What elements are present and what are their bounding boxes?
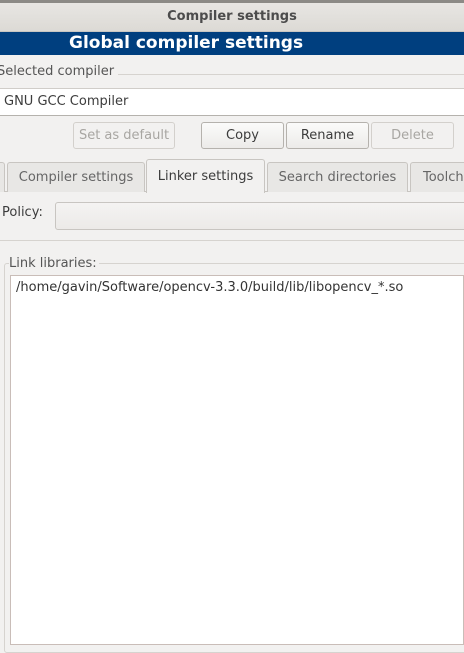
policy-label: Policy: — [2, 205, 43, 220]
rename-button[interactable]: Rename — [286, 122, 369, 149]
delete-button[interactable]: Delete — [371, 122, 454, 149]
tab-linker-settings[interactable]: Linker settings — [146, 159, 265, 193]
copy-button[interactable]: Copy — [201, 122, 284, 149]
set-as-default-button[interactable]: Set as default — [73, 122, 175, 149]
groupbox-line — [118, 74, 464, 75]
page-title: Global compiler settings — [0, 32, 464, 55]
selected-compiler-label: Selected compiler — [0, 64, 115, 79]
divider — [0, 240, 464, 241]
list-item[interactable]: /home/gavin/Software/opencv-3.3.0/build/… — [11, 276, 463, 295]
tab-compiler-settings[interactable]: Compiler settings — [7, 162, 145, 192]
tab-scroll-left[interactable] — [0, 162, 5, 192]
policy-select[interactable] — [55, 202, 464, 230]
link-libraries-label: Link libraries: — [9, 256, 99, 271]
tab-toolchain-executables[interactable]: Toolchain executables — [410, 162, 464, 192]
window-titlebar: Compiler settings — [0, 0, 464, 32]
tab-search-directories[interactable]: Search directories — [267, 162, 408, 192]
link-libraries-list[interactable]: /home/gavin/Software/opencv-3.3.0/build/… — [10, 275, 464, 645]
compiler-select[interactable]: GNU GCC Compiler — [0, 88, 464, 116]
